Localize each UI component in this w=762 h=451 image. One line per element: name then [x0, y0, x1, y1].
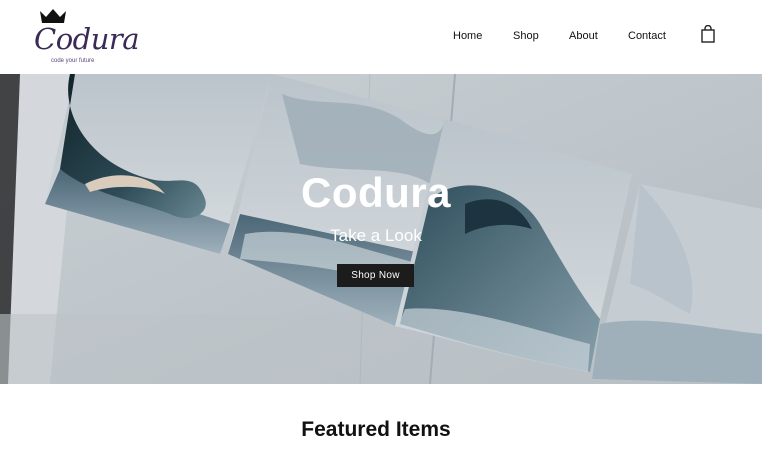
- featured-items-heading: Featured Items: [301, 418, 451, 441]
- nav-item-shop[interactable]: Shop: [513, 28, 539, 44]
- nav-item-about[interactable]: About: [569, 28, 598, 44]
- shopping-bag-icon[interactable]: [700, 25, 716, 43]
- hero-title: Codura: [301, 169, 451, 216]
- site-header: Codura code your future Home Shop About …: [0, 0, 762, 74]
- brand-logo[interactable]: Codura code your future: [30, 6, 140, 68]
- nav-item-contact[interactable]: Contact: [628, 28, 666, 44]
- brand-tagline: code your future: [51, 58, 95, 64]
- nav-item-home[interactable]: Home: [453, 28, 482, 44]
- brand-name: Codura: [34, 22, 140, 56]
- hero-banner: Codura Take a Look Shop Now: [0, 74, 762, 384]
- hero-subtitle: Take a Look: [330, 226, 422, 245]
- shop-now-button[interactable]: Shop Now: [337, 264, 414, 287]
